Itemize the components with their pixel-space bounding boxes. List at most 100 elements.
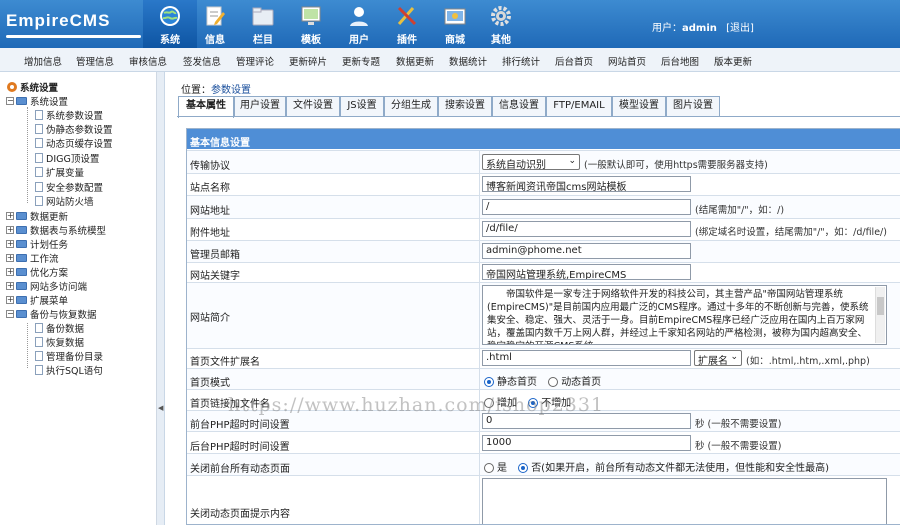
field-hint: 秒 (一般不需要设置)	[695, 441, 782, 452]
intro-textarea[interactable]: 帝国软件是一家专注于网络软件开发的科技公司，其主营产品"帝国网站管理系统(Emp…	[482, 285, 887, 345]
tree-item[interactable]: 扩展变量	[35, 165, 84, 179]
tree-item[interactable]: 系统参数设置	[35, 108, 103, 122]
row-index-link: 首页链接加文件名 增加 不增加	[187, 389, 900, 410]
expand-icon[interactable]: +	[6, 281, 14, 290]
scrollbar-thumb[interactable]	[877, 297, 884, 315]
tab-basic[interactable]: 基本属性	[178, 96, 234, 118]
field-label: 管理员邮箱	[190, 250, 240, 261]
tree-item[interactable]: 安全参数配置	[35, 180, 103, 194]
submenu-item[interactable]: 增加信息	[24, 54, 62, 68]
close-dynamic-group: 是 否(如果开启，前台所有动态文件都无法使用，但性能和安全性最高)	[484, 459, 829, 474]
tab-image[interactable]: 图片设置	[666, 96, 720, 116]
submenu-item[interactable]: 更新专题	[342, 54, 380, 68]
empirecms-logo[interactable]: EmpireCMS	[6, 11, 144, 41]
submenu-item[interactable]: 版本更新	[714, 54, 752, 68]
tree-folder[interactable]: + 数据更新	[6, 209, 68, 223]
tree-item[interactable]: 动态页缓存设置	[35, 136, 113, 150]
ext-select[interactable]: 扩展名 ⌄	[694, 350, 742, 367]
submenu-item[interactable]: 后台首页	[555, 54, 593, 68]
document-icon	[35, 336, 43, 347]
nav-template[interactable]: 模板	[284, 0, 338, 48]
radio-no-add[interactable]	[528, 398, 539, 408]
tree-folder[interactable]: + 工作流	[6, 251, 59, 265]
tab-info[interactable]: 信息设置	[492, 96, 546, 116]
nav-user[interactable]: 用户	[332, 0, 386, 48]
field-hint: (绑定域名时设置，结尾需加"/"，如：/d/file/)	[695, 227, 887, 238]
tree-item[interactable]: 备份数据	[35, 321, 84, 335]
nav-column[interactable]: 栏目	[236, 0, 290, 48]
radio-yes[interactable]	[484, 463, 494, 473]
breadcrumb-current[interactable]: 参数设置	[211, 85, 251, 96]
expand-icon[interactable]: +	[6, 225, 14, 234]
logout-link[interactable]: [退出]	[726, 23, 754, 34]
tree-folder[interactable]: + 扩展菜单	[6, 293, 68, 307]
field-label: 首页模式	[190, 378, 230, 389]
radio-no[interactable]	[518, 463, 529, 473]
tree-folder[interactable]: + 优化方案	[6, 265, 68, 279]
tree-item[interactable]: 伪静态参数设置	[35, 122, 113, 136]
submenu-item[interactable]: 数据统计	[449, 54, 487, 68]
tab-ftp-email[interactable]: FTP/EMAIL	[546, 96, 612, 116]
nav-plugin[interactable]: 插件	[380, 0, 434, 48]
submenu-item[interactable]: 管理评论	[236, 54, 274, 68]
textarea-scrollbar[interactable]	[875, 287, 885, 343]
expand-icon[interactable]: +	[6, 267, 14, 276]
expand-icon[interactable]: +	[6, 239, 14, 248]
index-ext-input[interactable]: .html	[482, 350, 691, 366]
protocol-select[interactable]: 系统自动识别 ⌄	[482, 154, 580, 171]
nav-label: 插件	[397, 35, 417, 46]
radio-add[interactable]	[484, 398, 494, 408]
tree-root[interactable]: 系统设置	[6, 80, 58, 94]
tree-item[interactable]: 管理备份目录	[35, 349, 103, 363]
tab-model[interactable]: 模型设置	[612, 96, 666, 116]
collapse-icon[interactable]: −	[6, 309, 14, 318]
chevron-down-icon: ⌄	[568, 156, 576, 166]
submenu-item[interactable]: 数据更新	[396, 54, 434, 68]
submenu-item[interactable]: 后台地图	[661, 54, 699, 68]
folder-icon	[16, 309, 27, 318]
submenu-item[interactable]: 网站首页	[608, 54, 646, 68]
admin-email-input[interactable]: admin@phome.net	[482, 243, 691, 259]
back-timeout-input[interactable]: 1000	[482, 435, 691, 451]
tree-item[interactable]: 恢复数据	[35, 335, 84, 349]
radio-static[interactable]	[484, 377, 494, 387]
tab-file[interactable]: 文件设置	[286, 96, 340, 116]
submenu-item[interactable]: 签发信息	[183, 54, 221, 68]
document-icon	[35, 322, 43, 333]
site-name-input[interactable]: 博客新闻资讯帝国cms网站模板	[482, 176, 691, 192]
keywords-input[interactable]: 帝国网站管理系统,EmpireCMS	[482, 264, 691, 280]
row-attach-url: 附件地址 /d/file/ (绑定域名时设置，结尾需加"/"，如：/d/file…	[187, 218, 900, 240]
nav-other[interactable]: 其他	[474, 0, 528, 48]
tree-item[interactable]: 执行SQL语句	[35, 363, 103, 377]
tree-folder[interactable]: + 数据表与系统模型	[6, 223, 106, 237]
submenu-item[interactable]: 审核信息	[129, 54, 167, 68]
tab-search[interactable]: 搜索设置	[438, 96, 492, 116]
radio-dynamic[interactable]	[548, 377, 559, 387]
sidebar-collapse-handle[interactable]: ◀	[157, 72, 165, 525]
tab-js[interactable]: JS设置	[340, 96, 384, 116]
tree-item[interactable]: DIGG顶设置	[35, 151, 99, 165]
submenu-item[interactable]: 管理信息	[76, 54, 114, 68]
nav-label: 栏目	[253, 35, 273, 46]
expand-icon[interactable]: +	[6, 253, 14, 262]
submenu-item[interactable]: 更新碎片	[289, 54, 327, 68]
tab-user[interactable]: 用户设置	[234, 96, 286, 116]
folder-icon	[16, 253, 27, 262]
collapse-icon[interactable]: −	[6, 96, 14, 105]
front-timeout-input[interactable]: 0	[482, 413, 691, 429]
expand-icon[interactable]: +	[6, 295, 14, 304]
tree-folder-system[interactable]: − 系统设置	[6, 94, 68, 108]
site-url-input[interactable]: /	[482, 199, 691, 215]
close-tip-textarea[interactable]	[482, 478, 887, 524]
tree-folder[interactable]: + 网站多访问端	[6, 279, 87, 293]
expand-icon[interactable]: +	[6, 211, 14, 220]
nav-info[interactable]: 信息	[188, 0, 242, 48]
tree-folder-backup[interactable]: − 备份与恢复数据	[6, 307, 97, 321]
attach-url-input[interactable]: /d/file/	[482, 221, 691, 237]
tree-folder[interactable]: + 计划任务	[6, 237, 68, 251]
document-icon	[35, 350, 43, 361]
tree-label: 备份与恢复数据	[30, 309, 97, 321]
tab-group[interactable]: 分组生成	[384, 96, 438, 116]
tree-item[interactable]: 网站防火墙	[35, 194, 94, 208]
submenu-item[interactable]: 排行统计	[502, 54, 540, 68]
